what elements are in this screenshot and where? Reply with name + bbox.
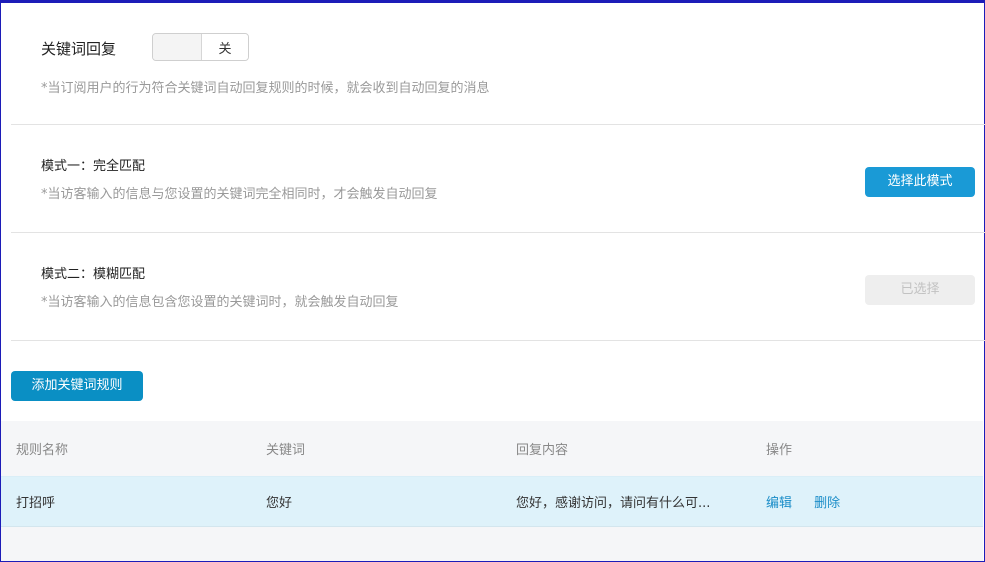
mode1-section: 模式一：完全匹配 *当访客输入的信息与您设置的关键词完全相同时，才会触发自动回复… <box>11 124 985 233</box>
keyword-cell: 您好 <box>266 496 293 511</box>
header-rule-name: 规则名称 <box>16 443 69 458</box>
table-footer-area <box>1 527 983 561</box>
switch-knob[interactable] <box>153 34 202 60</box>
rule-name-cell: 打招呼 <box>16 496 56 511</box>
add-keyword-rule-button[interactable]: 添加关键词规则 <box>11 371 143 401</box>
table-row: 打招呼 您好 您好，感谢访问，请问有什么可... 编辑 删除 <box>1 476 983 527</box>
delete-link[interactable]: 删除 <box>814 496 840 511</box>
rules-table: 规则名称 关键词 回复内容 操作 打招呼 您好 您好，感谢访问，请问有什么可..… <box>1 421 983 561</box>
header-actions: 操作 <box>766 443 793 458</box>
table-header: 规则名称 关键词 回复内容 操作 <box>1 421 983 476</box>
mode2-hint: *当访客输入的信息包含您设置的关键词时，就会触发自动回复 <box>41 295 399 310</box>
mode2-selected-button: 已选择 <box>865 275 975 305</box>
reply-content-cell: 您好，感谢访问，请问有什么可... <box>516 496 711 511</box>
keyword-reply-switch[interactable]: 关 <box>152 33 249 61</box>
switch-state-label: 关 <box>202 34 248 60</box>
edit-link[interactable]: 编辑 <box>766 496 792 511</box>
keyword-reply-section: 关键词回复 关 *当订阅用户的行为符合关键词自动回复规则的时候，就会收到自动回复… <box>11 2 985 125</box>
keyword-reply-label: 关键词回复 <box>41 40 117 58</box>
mode2-section: 模式二：模糊匹配 *当访客输入的信息包含您设置的关键词时，就会触发自动回复 已选… <box>11 232 985 341</box>
header-keyword: 关键词 <box>266 443 306 458</box>
mode1-title: 模式一：完全匹配 <box>41 159 146 174</box>
mode2-title: 模式二：模糊匹配 <box>41 267 146 282</box>
select-mode1-button[interactable]: 选择此模式 <box>865 167 975 197</box>
header-reply-content: 回复内容 <box>516 443 569 458</box>
keyword-reply-hint: *当订阅用户的行为符合关键词自动回复规则的时候，就会收到自动回复的消息 <box>41 81 490 96</box>
actions-cell: 编辑 删除 <box>751 492 983 511</box>
mode1-hint: *当访客输入的信息与您设置的关键词完全相同时，才会触发自动回复 <box>41 187 438 202</box>
